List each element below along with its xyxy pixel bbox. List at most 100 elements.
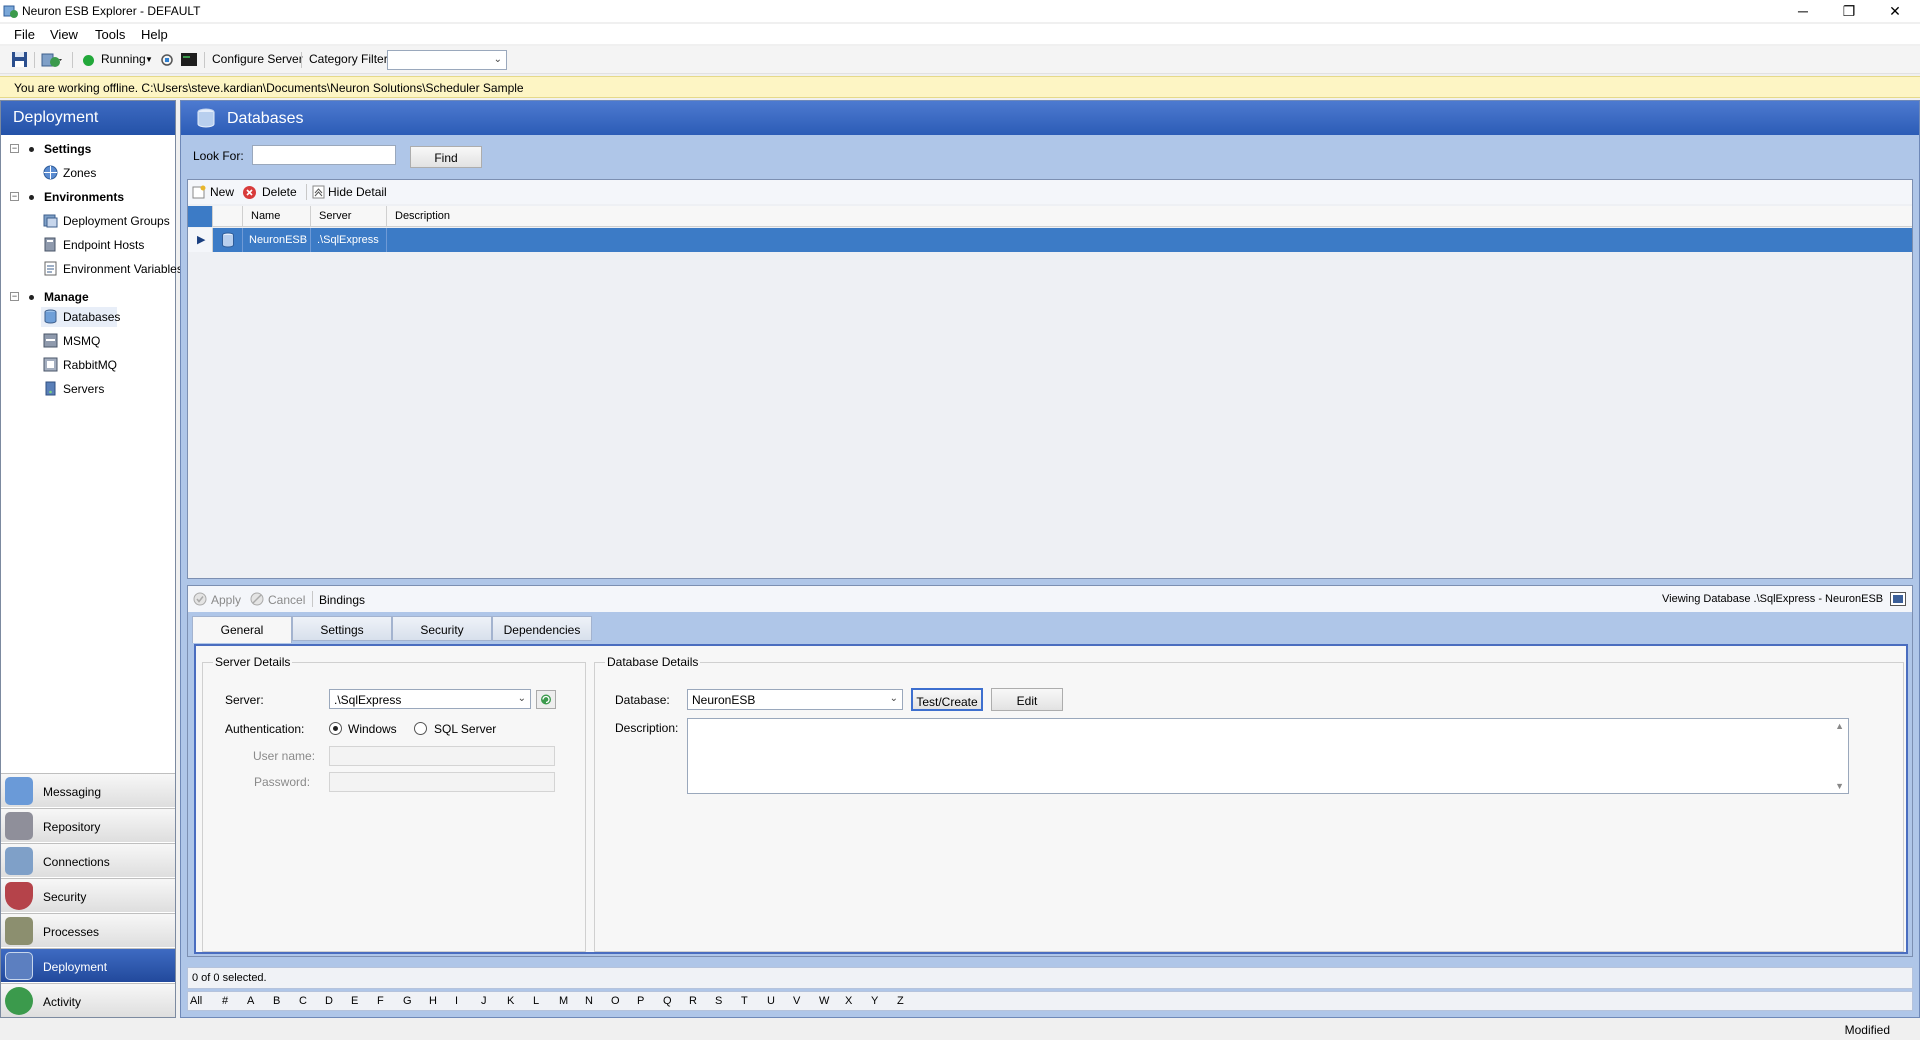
alpha-filter-g[interactable]: G [403,995,412,1007]
alpha-filter-z[interactable]: Z [897,995,904,1007]
row-indicator[interactable]: ▶ [188,228,213,252]
refresh-server-icon[interactable] [536,690,556,709]
delete-icon [243,186,256,199]
collapse-toggle[interactable]: − [10,292,19,301]
apply-button[interactable]: Apply [211,593,241,607]
nav-button-messaging[interactable]: Messaging [1,773,175,807]
console-icon[interactable] [181,52,197,67]
find-button[interactable]: Find [410,146,482,168]
tree-item-environment-variables[interactable]: Environment Variables [63,262,183,282]
bindings-button[interactable]: Bindings [319,593,365,607]
column-header-server[interactable]: Server [311,206,387,227]
nav-button-deployment[interactable]: Deployment [1,948,175,982]
tab-settings[interactable]: Settings [292,616,392,641]
column-header-name[interactable]: Name [243,206,311,227]
maximize-detail-icon[interactable] [1890,592,1906,606]
restore-button[interactable]: ❐ [1826,0,1872,22]
tree-group-settings[interactable]: Settings [44,142,91,162]
alpha-filter-j[interactable]: J [481,995,487,1007]
tree-item-servers[interactable]: Servers [63,382,104,402]
description-label: Description: [615,721,679,735]
menu-help[interactable]: Help [141,27,168,42]
delete-button[interactable]: Delete [262,185,297,199]
minimize-button[interactable]: ─ [1780,0,1826,22]
nav-button-connections[interactable]: Connections [1,843,175,877]
alpha-filter-all[interactable]: All [190,995,202,1007]
windows-auth-radio[interactable] [329,722,342,735]
collapse-toggle[interactable]: − [10,192,19,201]
alpha-filter-p[interactable]: P [637,995,644,1007]
new-button[interactable]: New [210,185,234,199]
look-for-input[interactable] [252,145,396,165]
tab-security[interactable]: Security [392,616,492,641]
alpha-filter-s[interactable]: S [715,995,722,1007]
edit-button[interactable]: Edit [991,688,1063,711]
tree-item-rabbitmq[interactable]: RabbitMQ [63,358,117,378]
alpha-filter-h[interactable]: H [429,995,437,1007]
configure-server-button[interactable]: Configure Server [212,52,303,66]
alpha-filter-m[interactable]: M [559,995,568,1007]
nav-label: Connections [43,855,110,869]
alpha-filter-l[interactable]: L [533,995,539,1007]
cancel-button[interactable]: Cancel [268,593,305,607]
alpha-filter-a[interactable]: A [247,995,254,1007]
table-row[interactable]: ▶ NeuronESB .\SqlExpress [188,228,1912,252]
tree-group-environments[interactable]: Environments [44,190,124,210]
alpha-filter-b[interactable]: B [273,995,280,1007]
tree-item-zones[interactable]: Zones [63,166,96,186]
alpha-filter-f[interactable]: F [377,995,384,1007]
alpha-filter-d[interactable]: D [325,995,333,1007]
alpha-filter-hash[interactable]: # [222,995,228,1007]
password-input[interactable] [329,772,555,792]
test-create-button[interactable]: Test/Create [911,688,983,711]
scroll-up-icon[interactable]: ▲ [1835,721,1844,731]
alpha-filter-x[interactable]: X [845,995,852,1007]
close-button[interactable]: ✕ [1872,0,1918,22]
tree-item-msmq[interactable]: MSMQ [63,334,100,354]
alpha-filter-o[interactable]: O [611,995,620,1007]
alpha-filter-c[interactable]: C [299,995,307,1007]
server-select[interactable]: .\SqlExpress ⌄ [329,689,531,709]
hide-detail-button[interactable]: Hide Detail [328,185,387,199]
tree-item-deployment-groups[interactable]: Deployment Groups [63,214,170,234]
database-select[interactable]: NeuronESB ⌄ [687,689,903,710]
running-status-icon [83,55,94,66]
alpha-filter-u[interactable]: U [767,995,775,1007]
tab-general[interactable]: General [192,616,292,643]
description-textarea[interactable]: ▲ ▼ [687,718,1849,794]
collapse-toggle[interactable]: − [10,144,19,153]
nav-button-processes[interactable]: Processes [1,913,175,947]
alpha-filter-e[interactable]: E [351,995,358,1007]
alpha-filter-t[interactable]: T [741,995,748,1007]
refresh-icon[interactable] [160,52,174,68]
menu-tools[interactable]: Tools [95,27,125,42]
alpha-filter-q[interactable]: Q [663,995,672,1007]
nav-button-repository[interactable]: Repository [1,808,175,842]
alpha-filter-k[interactable]: K [507,995,514,1007]
database-select-value: NeuronESB [692,693,756,707]
select-all-cell[interactable] [188,206,213,227]
alpha-filter-w[interactable]: W [819,995,829,1007]
category-filter-select[interactable]: ⌄ [387,50,507,70]
username-input[interactable] [329,746,555,766]
menu-view[interactable]: View [50,27,78,42]
save-icon[interactable] [11,51,28,68]
menu-file[interactable]: File [14,27,35,42]
scroll-down-icon[interactable]: ▼ [1835,781,1844,791]
nav-button-activity[interactable]: Activity [1,983,175,1017]
alpha-filter-v[interactable]: V [793,995,800,1007]
tree-item-endpoint-hosts[interactable]: Endpoint Hosts [63,238,144,258]
alpha-filter-r[interactable]: R [689,995,697,1007]
alpha-filter-i[interactable]: I [455,995,458,1007]
category-filter-label: Category Filter [309,52,388,66]
chevron-down-icon[interactable]: ▼ [145,55,153,64]
sql-auth-radio[interactable] [414,722,427,735]
column-header-description[interactable]: Description [387,206,1912,227]
tree-item-databases[interactable]: Databases [63,310,120,330]
deploy-icon[interactable] [40,50,64,70]
tab-dependencies[interactable]: Dependencies [492,616,592,641]
running-status-label[interactable]: Running [101,52,146,66]
alpha-filter-n[interactable]: N [585,995,593,1007]
alpha-filter-y[interactable]: Y [871,995,878,1007]
nav-button-security[interactable]: Security [1,878,175,912]
